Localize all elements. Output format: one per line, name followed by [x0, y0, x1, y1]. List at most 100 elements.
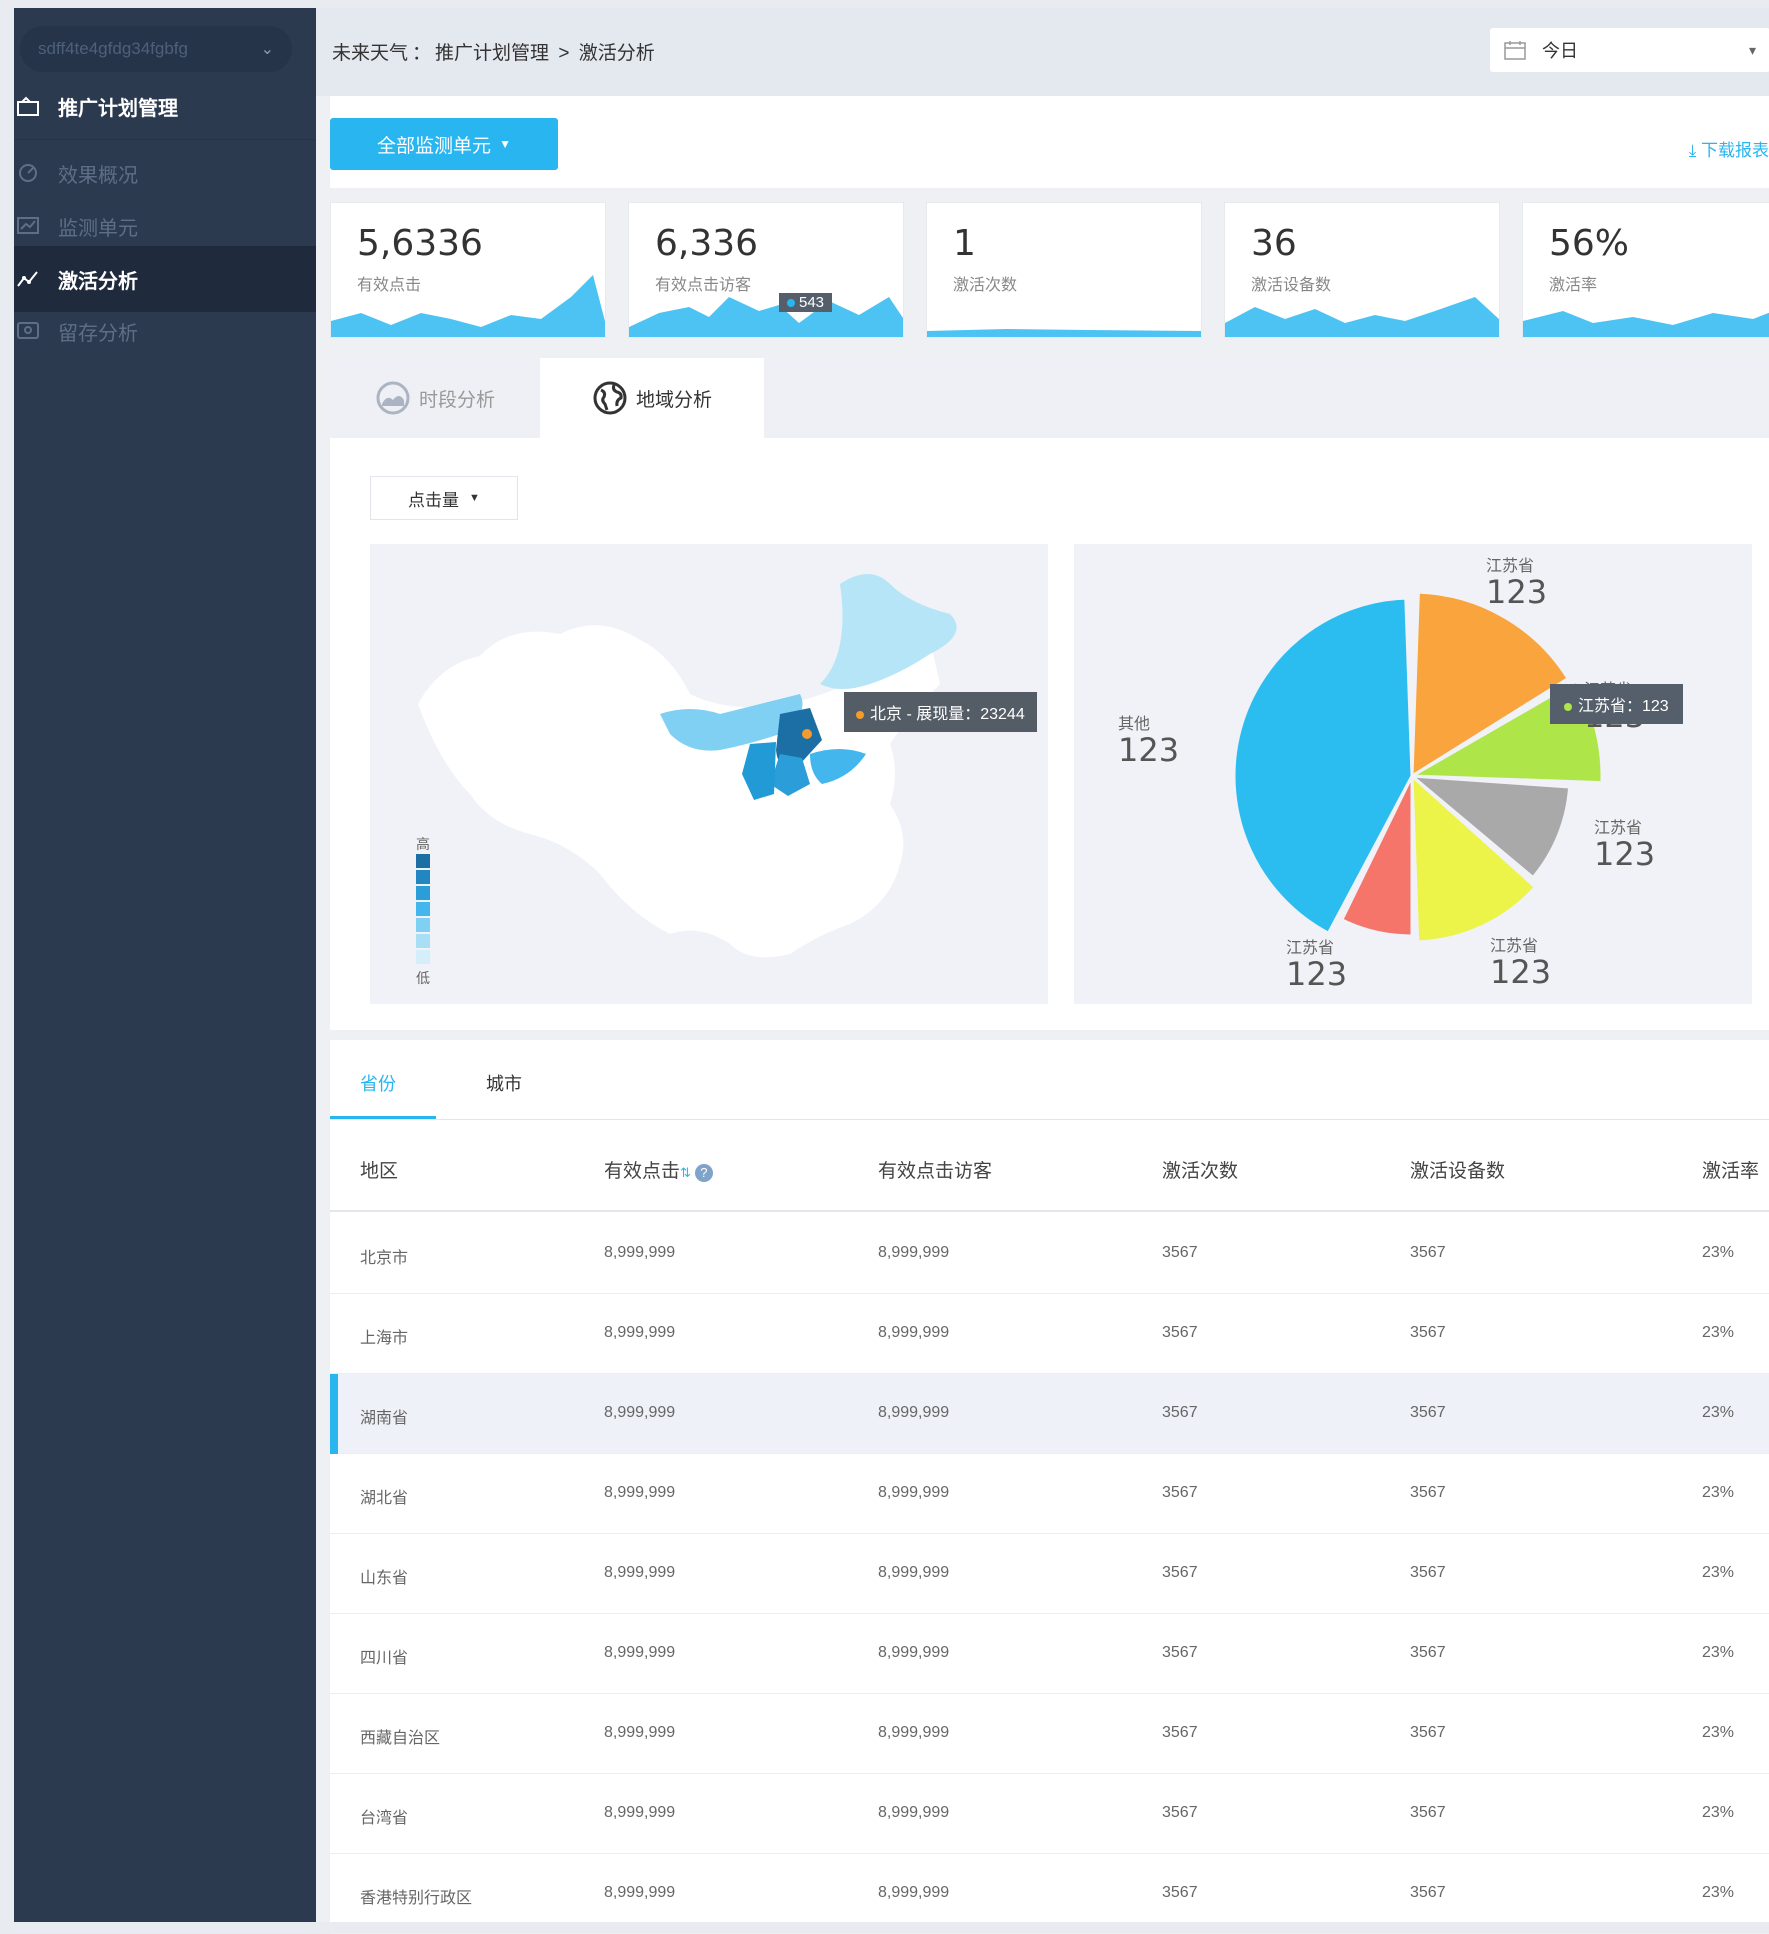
- caret-down-icon: ▼: [499, 137, 511, 151]
- pie-chart: 江苏省123 江苏省123 江苏省123 江苏省123 江苏省123 其他123…: [1074, 544, 1752, 1004]
- cell-activated-devices: 3567: [1410, 1564, 1446, 1581]
- account-selector[interactable]: sdff4te4gfdg34fgbfg ⌄: [20, 26, 292, 72]
- sidebar-item-label: 留存分析: [58, 322, 138, 345]
- download-report-link[interactable]: ⤓ 下载报表: [1689, 136, 1769, 161]
- table-row[interactable]: 上海市 8,999,999 8,999,999 3567 3567 23%: [330, 1294, 1769, 1374]
- cell-activations: 3567: [1162, 1884, 1198, 1901]
- cell-activated-devices: 3567: [1410, 1244, 1446, 1261]
- cell-valid-visitors: 8,999,999: [878, 1724, 950, 1741]
- date-range-value: 今日: [1542, 41, 1578, 61]
- pie-label-value: 123: [1286, 955, 1348, 993]
- map-marker-beijing[interactable]: [802, 729, 812, 739]
- table-row[interactable]: 香港特别行政区 8,999,999 8,999,999 3567 3567 23%: [330, 1854, 1769, 1934]
- tab-city[interactable]: 城市: [486, 1070, 522, 1096]
- globe-icon: [593, 381, 627, 415]
- column-header-region: 地区: [360, 1161, 399, 1182]
- cell-valid-clicks: 8,999,999: [604, 1564, 676, 1581]
- metric-select[interactable]: 点击量 ▼: [370, 476, 518, 520]
- sidebar-item-label: 激活分析: [58, 270, 138, 293]
- cell-activations: 3567: [1162, 1324, 1198, 1341]
- sort-icon[interactable]: ⇅: [680, 1165, 691, 1180]
- sidebar-item-label: 效果概况: [58, 164, 138, 187]
- cell-activation-rate: 23%: [1702, 1324, 1735, 1341]
- column-header-valid-clicks[interactable]: 有效点击⇅?: [604, 1156, 713, 1183]
- sidebar-item-plan-management[interactable]: 推广计划管理: [14, 74, 316, 140]
- column-header-label: 有效点击: [604, 1161, 681, 1182]
- sidebar-item-label: 推广计划管理: [58, 98, 178, 120]
- kpi-card-valid-visitors[interactable]: 6,336 有效点击访客 543: [628, 202, 904, 338]
- monitor-unit-button-label: 全部监测单元: [377, 135, 492, 157]
- cell-activated-devices: 3567: [1410, 1324, 1446, 1341]
- caret-down-icon: ▾: [1748, 41, 1756, 58]
- cell-activations: 3567: [1162, 1724, 1198, 1741]
- table-row[interactable]: 湖南省 8,999,999 8,999,999 3567 3567 23%: [330, 1374, 1769, 1454]
- overview-icon: [14, 159, 42, 187]
- table-row[interactable]: 山东省 8,999,999 8,999,999 3567 3567 23%: [330, 1534, 1769, 1614]
- kpi-card-activated-devices[interactable]: 36 激活设备数: [1224, 202, 1500, 338]
- sidebar-item-retention-analysis[interactable]: 留存分析: [14, 298, 316, 364]
- cell-valid-visitors: 8,999,999: [878, 1404, 950, 1421]
- column-header-valid-visitors: 有效点击访客: [878, 1161, 993, 1182]
- cell-region: 湖南省: [360, 1410, 409, 1427]
- sidebar-item-label: 监测单元: [58, 217, 138, 240]
- cell-valid-clicks: 8,999,999: [604, 1484, 676, 1501]
- table-row[interactable]: 湖北省 8,999,999 8,999,999 3567 3567 23%: [330, 1454, 1769, 1534]
- app-window: sdff4te4gfdg34fgbfg ⌄ 推广计划管理 效果概况 监测单元 激…: [14, 8, 1769, 1934]
- kpi-card-activations[interactable]: 1 激活次数: [926, 202, 1202, 338]
- tab-label: 时段分析: [418, 389, 495, 411]
- kpi-value: 6,336: [655, 223, 759, 264]
- kpi-value: 56%: [1549, 223, 1630, 264]
- breadcrumb-colon: ：: [412, 43, 432, 64]
- pie-label: 江苏省123: [1594, 814, 1655, 870]
- breadcrumb-root[interactable]: 未来天气: [332, 43, 408, 64]
- chevron-down-icon: ⌄: [260, 41, 274, 58]
- kpi-sparkline: [629, 297, 903, 337]
- kpi-sparkline: [1523, 311, 1769, 337]
- map-tooltip: 北京 - 展现量：23244: [844, 692, 1037, 732]
- cell-valid-visitors: 8,999,999: [878, 1644, 950, 1661]
- kpi-card-valid-clicks[interactable]: 5,6336 有效点击: [330, 202, 606, 338]
- legend-low-label: 低: [416, 970, 430, 986]
- cell-activations: 3567: [1162, 1564, 1198, 1581]
- calendar-icon: [1504, 41, 1526, 60]
- cell-region: 湖北省: [360, 1490, 409, 1507]
- cell-activation-rate: 23%: [1702, 1484, 1735, 1501]
- download-icon: ⤓: [1688, 141, 1697, 160]
- pie-label-value: 123: [1490, 953, 1552, 991]
- cell-valid-clicks: 8,999,999: [604, 1724, 676, 1741]
- cell-activated-devices: 3567: [1410, 1804, 1446, 1821]
- monitor-unit-dropdown-button[interactable]: 全部监测单元 ▼: [330, 118, 558, 170]
- date-range-select[interactable]: 今日 ▾: [1490, 28, 1769, 72]
- table-row[interactable]: 西藏自治区 8,999,999 8,999,999 3567 3567 23%: [330, 1694, 1769, 1774]
- cell-activation-rate: 23%: [1702, 1884, 1735, 1901]
- cell-valid-visitors: 8,999,999: [878, 1884, 950, 1901]
- table-tabs: 省份 城市: [330, 1040, 1769, 1120]
- pie-label: 江苏省123: [1286, 934, 1347, 990]
- table-row[interactable]: 四川省 8,999,999 8,999,999 3567 3567 23%: [330, 1614, 1769, 1694]
- pie-label-value: 123: [1486, 573, 1548, 611]
- pie-label-value: 123: [1594, 835, 1656, 873]
- cell-valid-clicks: 8,999,999: [604, 1804, 676, 1821]
- tab-province[interactable]: 省份: [360, 1070, 396, 1096]
- breadcrumb-plan[interactable]: 推广计划管理: [435, 43, 549, 64]
- kpi-card-activation-rate[interactable]: 56% 激活率: [1522, 202, 1769, 338]
- sidebar: sdff4te4gfdg34fgbfg ⌄ 推广计划管理 效果概况 监测单元 激…: [14, 8, 316, 1922]
- cell-region: 香港特别行政区: [360, 1890, 473, 1907]
- tab-region-analysis[interactable]: 地域分析: [540, 358, 764, 438]
- pie-label: 江苏省123: [1486, 552, 1547, 608]
- pie-label-value: 123: [1118, 731, 1180, 769]
- cell-activations: 3567: [1162, 1244, 1198, 1261]
- cell-valid-visitors: 8,999,999: [878, 1324, 950, 1341]
- cell-activated-devices: 3567: [1410, 1644, 1446, 1661]
- account-name: sdff4te4gfdg34fgbfg: [38, 39, 188, 58]
- metric-value: 点击量: [408, 490, 460, 510]
- table-row[interactable]: 北京市 8,999,999 8,999,999 3567 3567 23%: [330, 1214, 1769, 1294]
- cell-valid-visitors: 8,999,999: [878, 1484, 950, 1501]
- region-table-panel: 省份 城市 地区 有效点击⇅? 有效点击访客 激活次数 激活设备数 激活率 北京…: [330, 1040, 1769, 1934]
- help-icon[interactable]: ?: [694, 1164, 713, 1182]
- monitor-icon: [14, 212, 42, 240]
- table-row[interactable]: 台湾省 8,999,999 8,999,999 3567 3567 23%: [330, 1774, 1769, 1854]
- cell-activation-rate: 23%: [1702, 1644, 1735, 1661]
- time-analysis-icon: [376, 381, 410, 415]
- tab-time-analysis[interactable]: 时段分析: [330, 358, 540, 438]
